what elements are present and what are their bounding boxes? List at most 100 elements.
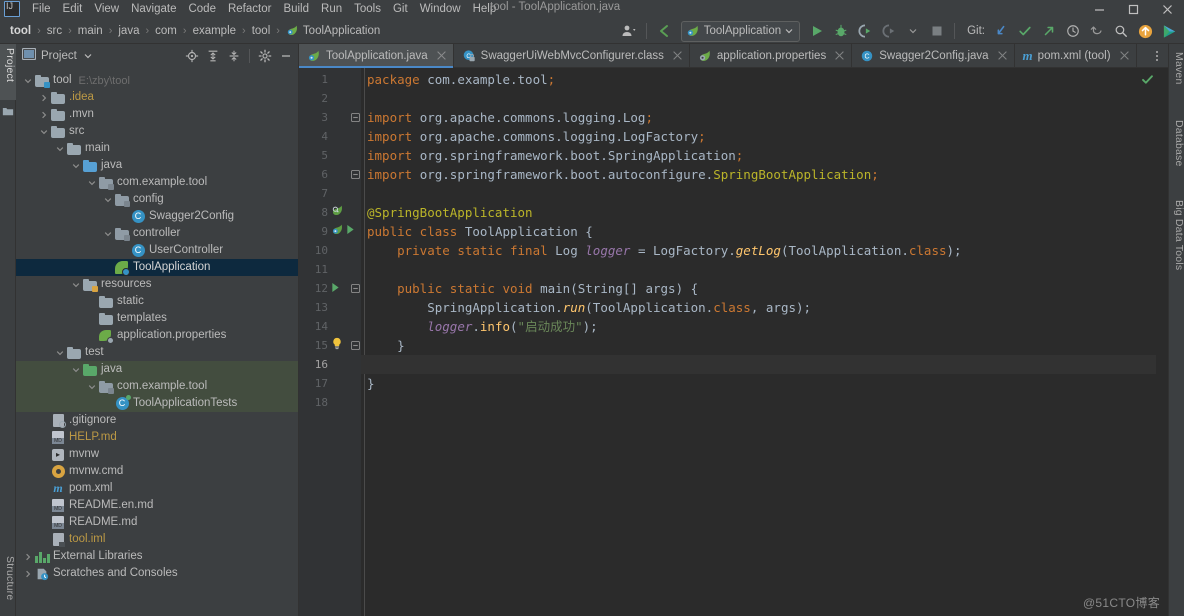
tree-expand-arrow[interactable] [22,565,34,582]
code-line-7[interactable] [361,184,1168,203]
close-button[interactable] [1150,0,1184,18]
code-line-3[interactable]: import org.apache.commons.logging.Log; [361,108,1168,127]
debug-button[interactable] [830,20,852,42]
close-tab-icon[interactable] [1119,50,1130,61]
breadcrumb-item-example[interactable]: example [191,24,238,38]
project-tree[interactable]: tool E:\zby\tool .idea .mvn src main java com.e… [16,68,298,616]
history-icon[interactable] [1062,20,1084,42]
tree-node-mvnw[interactable]: ▸ mvnw [16,446,298,463]
tree-expand-arrow[interactable] [70,361,82,378]
tree-expand-arrow[interactable] [38,531,50,548]
gutter-line-5[interactable]: 5 [299,146,361,165]
menu-item-edit[interactable]: Edit [57,0,89,18]
tree-node-readme-en-md[interactable]: README.en.md [16,497,298,514]
code-line-9[interactable]: public class ToolApplication { [361,222,1168,241]
gutter-line-6[interactable]: 6 [299,165,361,184]
tree-node-usercontroller[interactable]: C UserController [16,242,298,259]
editor-tab-application-properties[interactable]: application.properties [690,44,853,67]
breadcrumb-item-main[interactable]: main [76,24,105,38]
run-with-coverage-button[interactable] [854,20,876,42]
tree-node-resources[interactable]: resources [16,276,298,293]
rollback-icon[interactable] [1086,20,1108,42]
tree-expand-arrow[interactable] [86,310,98,327]
editor-tab-pom-xml-tool[interactable]: m pom.xml (tool) [1015,44,1137,67]
tree-expand-arrow[interactable] [54,344,66,361]
tree-node-external-libraries[interactable]: External Libraries [16,548,298,565]
tree-expand-arrow[interactable] [38,480,50,497]
gutter-line-17[interactable]: 17 [299,374,361,393]
code-line-2[interactable] [361,89,1168,108]
tab-list-icon[interactable] [1148,44,1166,68]
tree-node-application-properties[interactable]: application.properties [16,327,298,344]
strip-tab-project[interactable]: Project [0,44,16,100]
gutter-icon[interactable] [328,337,350,356]
code-line-11[interactable] [361,260,1168,279]
tree-expand-arrow[interactable] [86,293,98,310]
tree-node-java[interactable]: java [16,361,298,378]
maximize-button[interactable] [1116,0,1150,18]
menu-item-navigate[interactable]: Navigate [125,0,182,18]
code-line-14[interactable]: logger.info("启动成功"); [361,317,1168,336]
tree-expand-arrow[interactable] [38,123,50,140]
tree-expand-arrow[interactable] [102,225,114,242]
editor-tab-swagger2config-java[interactable]: C Swagger2Config.java [852,44,1015,67]
tree-expand-arrow[interactable] [54,140,66,157]
tree-expand-arrow[interactable] [102,395,114,412]
tree-node-com-example-tool[interactable]: com.example.tool [16,174,298,191]
gutter-icon[interactable] [328,204,350,223]
breadcrumb-item-tool[interactable]: tool [250,24,273,38]
gutter-icon[interactable] [328,280,350,299]
fold-marker[interactable] [350,337,361,356]
close-tab-icon[interactable] [672,50,683,61]
tree-expand-arrow[interactable] [86,327,98,344]
menu-item-build[interactable]: Build [277,0,315,18]
run-configuration-selector[interactable]: ToolApplication [680,20,801,42]
gutter-line-9[interactable]: 9 [299,222,361,241]
strip-tab-structure[interactable]: Structure [0,552,16,614]
fold-marker[interactable] [350,109,361,128]
menu-item-tools[interactable]: Tools [348,0,387,18]
profile-dropdown-icon[interactable] [902,20,924,42]
gutter-line-13[interactable]: 13 [299,298,361,317]
code-line-8[interactable]: @SpringBootApplication [361,203,1168,222]
tree-expand-arrow[interactable] [38,429,50,446]
tree-node-gitignore[interactable]: .gitignore [16,412,298,429]
tree-expand-arrow[interactable] [38,89,50,106]
tree-expand-arrow[interactable] [38,463,50,480]
gutter-line-16[interactable]: 16 [299,355,361,374]
collapse-all-icon[interactable] [224,46,244,66]
tree-expand-arrow[interactable] [70,157,82,174]
tree-node-com-example-tool[interactable]: com.example.tool [16,378,298,395]
tree-node-toolapplicationtests[interactable]: C ToolApplicationTests [16,395,298,412]
code-line-16[interactable] [361,355,1168,374]
inspection-ok-icon[interactable] [1141,73,1154,91]
tree-node-test[interactable]: test [16,344,298,361]
close-tab-icon[interactable] [834,50,845,61]
breadcrumb-item-java[interactable]: java [116,24,141,38]
chevron-down-icon[interactable] [84,47,92,65]
gutter-line-7[interactable]: 7 [299,184,361,203]
code-line-15[interactable]: } [361,336,1168,355]
tree-node-config[interactable]: config [16,191,298,208]
strip-tab-database[interactable]: Database [1169,116,1184,178]
menu-item-run[interactable]: Run [315,0,348,18]
ide-updates-icon[interactable] [1134,20,1156,42]
breadcrumb-item-tool[interactable]: tool [8,24,33,38]
tree-expand-arrow[interactable] [86,378,98,395]
tree-expand-arrow[interactable] [38,106,50,123]
settings-gear-icon[interactable] [255,46,275,66]
code-line-10[interactable]: private static final Log logger = LogFac… [361,241,1168,260]
tree-node-idea[interactable]: .idea [16,89,298,106]
tree-node-java[interactable]: java [16,157,298,174]
tree-node-mvn[interactable]: .mvn [16,106,298,123]
profile-button[interactable] [878,20,900,42]
code-line-18[interactable] [361,393,1168,412]
menu-item-file[interactable]: File [26,0,57,18]
run-button[interactable] [806,20,828,42]
ide-logo-icon[interactable] [1158,20,1180,42]
tree-node-main[interactable]: main [16,140,298,157]
tree-node-mvnw-cmd[interactable]: mvnw.cmd [16,463,298,480]
hide-panel-icon[interactable] [276,46,296,66]
menu-item-git[interactable]: Git [387,0,414,18]
menu-item-refactor[interactable]: Refactor [222,0,277,18]
